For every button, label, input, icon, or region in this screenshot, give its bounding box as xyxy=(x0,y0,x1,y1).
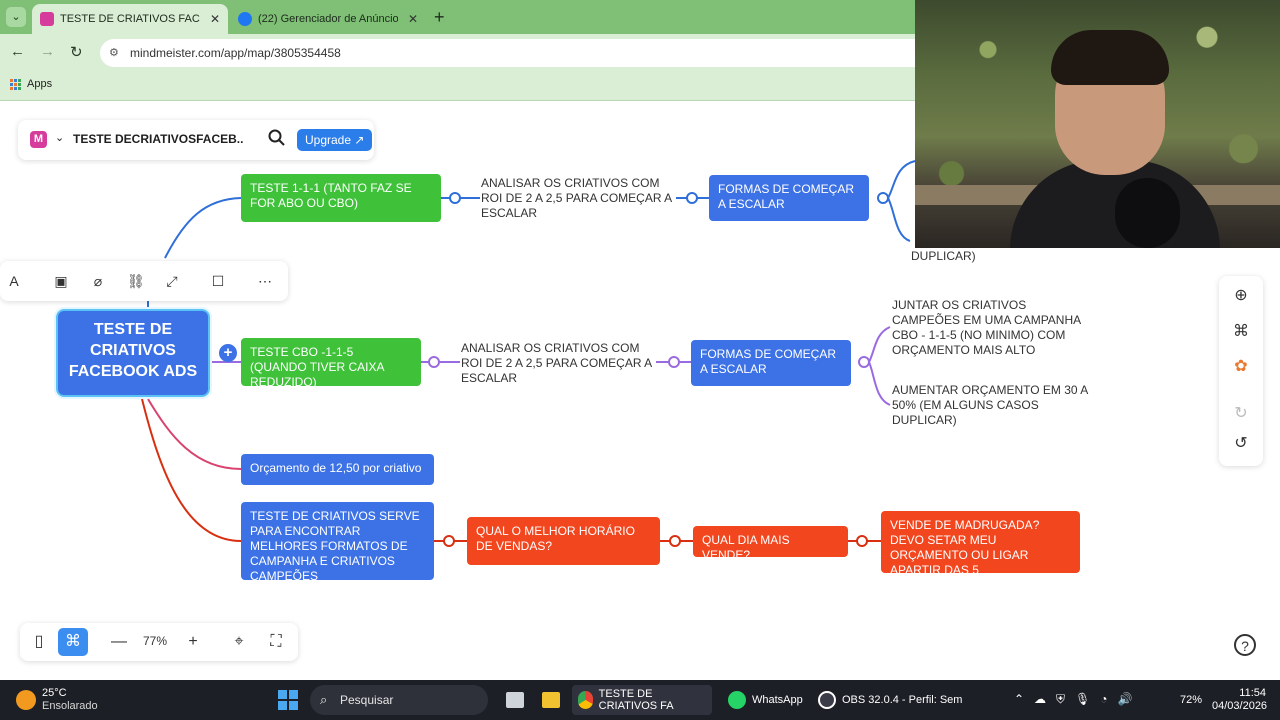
taskbar-search[interactable]: ⌕ Pesquisar xyxy=(310,685,488,715)
branch4-node[interactable]: TESTE DE CRIATIVOS SERVE PARA ENCONTRAR … xyxy=(241,502,434,583)
tab-ads-manager[interactable]: (22) Gerenciador de Anúncios - ✕ xyxy=(230,4,426,34)
taskbar-obs[interactable]: OBS 32.0.4 - Perfil: Sem xyxy=(812,685,968,715)
system-tray[interactable]: ⌃ ☁ ⛨ 🎙 ◔ 🔊 xyxy=(1014,692,1133,707)
bookmark-apps[interactable]: Apps xyxy=(10,78,52,90)
help-button[interactable]: ? xyxy=(1234,634,1256,656)
branch2-node[interactable]: TESTE CBO -1-1-5 (QUANDO TIVER CAIXA RED… xyxy=(241,338,421,389)
microphone xyxy=(1115,178,1180,248)
search-icon[interactable] xyxy=(267,128,287,148)
upgrade-button[interactable]: Upgrade ↗ xyxy=(297,129,373,151)
root-node[interactable]: TESTE DE CRIATIVOS FACEBOOK ADS xyxy=(54,307,212,399)
forward-button[interactable]: → xyxy=(40,43,55,60)
layout-icon[interactable]: ⌘ xyxy=(1231,322,1251,342)
weather-condition: Ensolarado xyxy=(42,700,98,712)
branch2-grandchild[interactable]: FORMAS DE COMEÇAR A ESCALAR xyxy=(691,340,851,386)
tab-search-button[interactable]: ⌄ xyxy=(6,7,26,27)
tab-close-icon[interactable]: ✕ xyxy=(408,12,418,26)
new-tab-button[interactable]: + xyxy=(434,7,445,28)
person-hair xyxy=(1051,30,1169,85)
taskbar-chrome[interactable]: TESTE DE CRIATIVOS FA xyxy=(572,685,712,715)
taskbar-chrome-title: TESTE DE CRIATIVOS FA xyxy=(598,688,674,712)
branch1-leaf[interactable]: DUPLICAR) xyxy=(911,249,991,264)
branch1-node[interactable]: TESTE 1-1-1 (TANTO FAZ SE FOR ABO OU CBO… xyxy=(241,174,441,222)
branch2-leaf2[interactable]: AUMENTAR ORÇAMENTO EM 30 A 50% (EM ALGUN… xyxy=(892,383,1088,428)
node-format-toolbar: A ▣ ⌀ ⛓ ⤢ ☐ ⋯ xyxy=(0,261,288,301)
branch4-leaf[interactable]: VENDE DE MADRUGADA? DEVO SETAR MEU ORÇAM… xyxy=(881,511,1080,577)
add-node-button[interactable]: + xyxy=(219,344,237,362)
tab-close-icon[interactable]: ✕ xyxy=(210,12,220,26)
temperature: 25°C xyxy=(42,687,67,699)
link-icon[interactable]: ⛓ xyxy=(127,273,145,289)
clock-date: 04/03/2026 xyxy=(1212,700,1268,712)
back-button[interactable]: ← xyxy=(10,43,25,60)
outline-view-icon[interactable]: ▯ xyxy=(24,628,54,656)
map-header-toolbar: M ⌄ TESTE DECRIATIVOSFACEB... Upgrade ↗ xyxy=(18,120,374,160)
taskbar-clock[interactable]: 11:54 04/03/2026 xyxy=(1212,687,1268,713)
webcam-overlay xyxy=(915,0,1280,248)
windows-start-icon[interactable] xyxy=(278,690,298,710)
attachment-icon[interactable]: ⌀ xyxy=(90,273,106,289)
taskbar-whatsapp-label: WhatsApp xyxy=(752,694,803,706)
theme-icon[interactable]: ✿ xyxy=(1231,357,1251,377)
branch4-grandchild[interactable]: QUAL DIA MAIS VENDE? xyxy=(693,526,848,562)
obs-icon xyxy=(818,691,836,709)
branch3-node[interactable]: Orçamento de 12,50 por criativo xyxy=(241,454,434,485)
branch2-leaf1[interactable]: JUNTAR OS CRIATIVOS CAMPEÕES EM UMA CAMP… xyxy=(892,298,1092,358)
taskbar-whatsapp[interactable]: WhatsApp xyxy=(722,685,809,715)
weather-widget[interactable]: 25°C Ensolarado xyxy=(16,687,98,713)
right-tool-rail: ⊕ ⌘ ✿ ↻ ↺ xyxy=(1219,276,1263,466)
tab-bar: ⌄ TESTE DE CRIATIVOS FACEBOOK ✕ (22) Ger… xyxy=(0,0,915,34)
mindmap-view-icon[interactable]: ⌘ xyxy=(58,628,88,656)
address-bar-row: ← → ↻ ⚙ mindmeister.com/app/map/38053544… xyxy=(0,34,930,70)
search-icon: ⌕ xyxy=(320,692,328,707)
text-color-icon[interactable]: A xyxy=(6,273,22,289)
chrome-icon xyxy=(578,691,593,709)
meta-favicon-icon xyxy=(238,12,252,26)
taskbar-obs-label: OBS 32.0.4 - Perfil: Sem xyxy=(842,694,963,706)
redo-icon[interactable]: ↻ xyxy=(1231,404,1251,424)
connect-icon[interactable]: ⤢ xyxy=(164,273,180,289)
file-explorer-icon[interactable] xyxy=(536,685,572,715)
add-topic-icon[interactable]: ⊕ xyxy=(1231,286,1251,306)
clock-time: 11:54 xyxy=(1239,687,1266,699)
branch2-child[interactable]: ANALISAR OS CRIATIVOS COM ROI DE 2 A 2,5… xyxy=(461,341,657,386)
fit-screen-icon[interactable]: ⛶ xyxy=(261,628,291,656)
url-input[interactable]: ⚙ mindmeister.com/app/map/3805354458 xyxy=(100,39,930,67)
more-icon[interactable]: ⋯ xyxy=(257,273,273,289)
map-title[interactable]: TESTE DECRIATIVOSFACEB... xyxy=(73,132,243,146)
task-view-icon[interactable] xyxy=(500,685,536,715)
bookmarks-bar: Apps xyxy=(0,70,915,101)
branch1-grandchild[interactable]: FORMAS DE COMEÇAR A ESCALAR xyxy=(709,175,869,221)
tab-mindmeister[interactable]: TESTE DE CRIATIVOS FACEBOOK ✕ xyxy=(32,4,228,34)
url-text: mindmeister.com/app/map/3805354458 xyxy=(130,46,341,60)
zoom-level[interactable]: 77% xyxy=(143,634,167,648)
windows-taskbar: 25°C Ensolarado ⌕ Pesquisar TESTE DE CRI… xyxy=(0,680,1280,720)
zoom-in-button[interactable]: + xyxy=(178,628,208,656)
chevron-down-icon[interactable]: ⌄ xyxy=(55,131,64,144)
comment-icon[interactable]: ☐ xyxy=(210,273,226,289)
whatsapp-icon xyxy=(728,691,746,709)
branch4-child[interactable]: QUAL O MELHOR HORÁRIO DE VENDAS? xyxy=(467,517,660,565)
battery-level[interactable]: 72% xyxy=(1180,694,1202,706)
taskbar-search-label: Pesquisar xyxy=(340,693,394,707)
undo-icon[interactable]: ↺ xyxy=(1231,434,1251,454)
zoom-out-button[interactable]: — xyxy=(104,628,134,656)
reload-button[interactable]: ↻ xyxy=(70,43,83,61)
center-map-icon[interactable]: ⌖ xyxy=(224,628,254,656)
image-icon[interactable]: ▣ xyxy=(53,273,69,289)
sun-icon xyxy=(16,690,36,710)
bookmark-apps-label: Apps xyxy=(27,78,53,90)
site-settings-icon[interactable]: ⚙ xyxy=(109,46,123,60)
mindmeister-logo-icon[interactable]: M xyxy=(30,131,47,148)
bottom-controls: ▯ ⌘ — 77% + ⌖ ⛶ xyxy=(20,623,298,661)
mindmeister-favicon-icon xyxy=(40,12,54,26)
apps-grid-icon xyxy=(10,78,21,90)
tab-title: TESTE DE CRIATIVOS FACEBOOK xyxy=(60,13,200,25)
tab-title: (22) Gerenciador de Anúncios - xyxy=(258,13,398,25)
branch1-child[interactable]: ANALISAR OS CRIATIVOS COM ROI DE 2 A 2,5… xyxy=(481,176,677,221)
